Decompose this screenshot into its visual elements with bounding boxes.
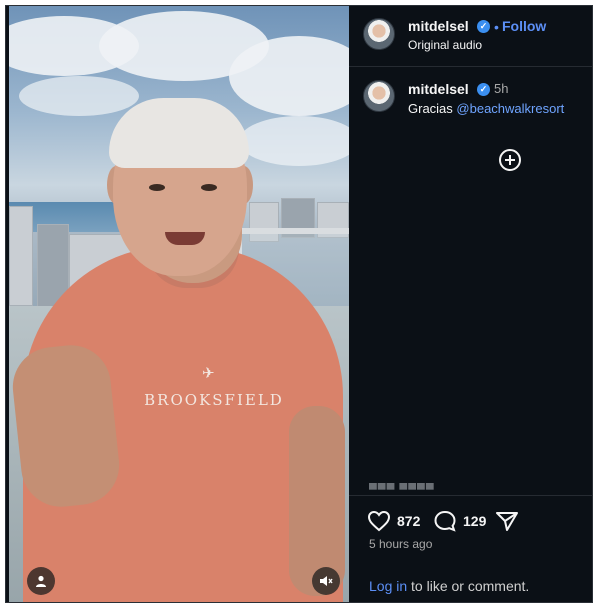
audio-label[interactable]: Original audio [408,38,482,52]
avatar[interactable] [363,18,395,50]
cloud [19,76,139,116]
separator-dot: • [494,19,499,35]
eye [149,184,165,191]
follow-button[interactable]: Follow [502,18,546,34]
post-dialog: ✈ BROOKSFIELD mitdelsel ✓ • Follow Origi… [5,5,593,603]
login-link[interactable]: Log in [369,578,407,594]
mute-button[interactable] [312,567,340,595]
add-circle-icon[interactable] [499,149,521,171]
muted-speaker-icon [320,576,333,586]
post-header: mitdelsel ✓ • Follow Original audio [349,6,592,67]
comment-bubble-icon[interactable] [433,510,457,532]
eye [201,184,217,191]
caption-username[interactable]: mitdelsel [408,81,469,97]
like-count[interactable]: 872 [397,513,420,529]
share-action [495,510,519,532]
cloud [239,116,349,166]
person-arm [9,341,124,511]
caption-avatar[interactable] [363,80,395,112]
comment-count[interactable]: 129 [463,513,486,529]
caption-prefix: Gracias [408,101,457,116]
bird-logo-icon: ✈ [202,365,215,382]
post-panel: mitdelsel ✓ • Follow Original audio mitd… [349,6,592,602]
person-arm-right [289,406,345,596]
verified-badge-icon: ✓ [477,20,490,33]
actions-divider [349,495,592,496]
posted-time-ago[interactable]: 5 hours ago [369,537,432,551]
like-action: 872 [367,510,420,532]
building [9,206,33,306]
user-icon [36,575,46,587]
video-player[interactable]: ✈ BROOKSFIELD [9,6,349,602]
header-username[interactable]: mitdelsel [408,18,469,34]
mention-link[interactable]: @beachwalkresort [456,101,564,116]
login-prompt: Log in to like or comment. [369,578,529,594]
share-plane-icon[interactable] [495,510,519,532]
person-hair [109,98,249,168]
heart-icon[interactable] [367,510,391,532]
login-suffix: to like or comment. [407,578,530,594]
user-tags-button[interactable] [27,567,55,595]
caption-text: Gracias @beachwalkresort [408,101,564,116]
post-time[interactable]: 5h [494,81,508,96]
verified-badge-icon: ✓ [477,83,490,96]
shirt-brand-text: BROOKSFIELD [144,391,284,409]
comment-action: 129 [433,510,486,532]
